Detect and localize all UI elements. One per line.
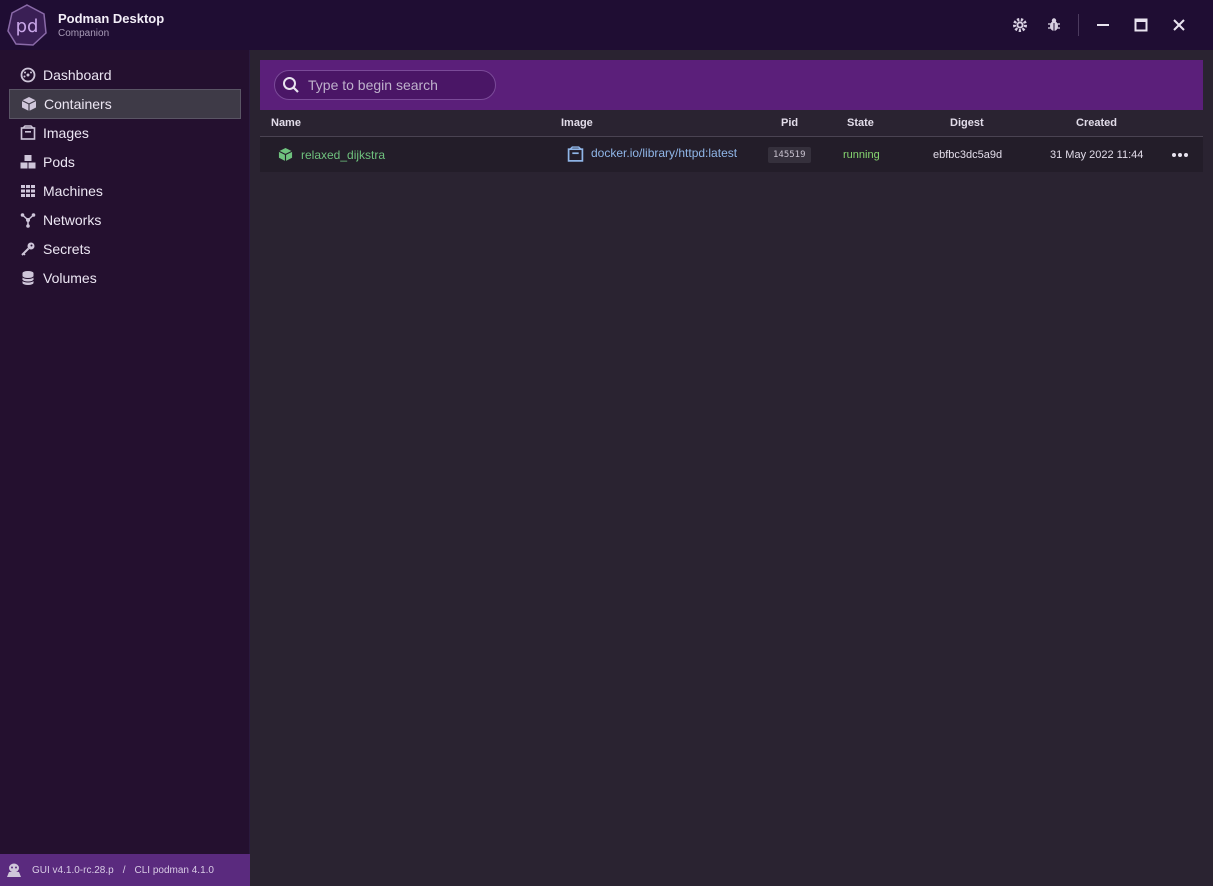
container-status-icon <box>278 137 293 172</box>
svg-text:pd: pd <box>16 16 39 37</box>
pid-badge: 145519 <box>768 146 811 163</box>
sidebar-item-label: Secrets <box>43 241 91 257</box>
podman-seal-icon <box>7 863 21 877</box>
titlebar-divider <box>1078 14 1079 36</box>
database-icon <box>19 269 37 287</box>
sidebar-item-label: Containers <box>44 96 112 112</box>
cubes-icon <box>19 153 37 171</box>
bug-icon[interactable] <box>1044 15 1064 35</box>
sidebar-item-secrets[interactable]: Secrets <box>9 234 241 264</box>
sidebar-item-label: Networks <box>43 212 102 228</box>
main-content: Name Image Pid State Digest Created rela… <box>250 50 1213 886</box>
version-separator: / <box>122 864 126 876</box>
created-cell: 31 May 2022 11:44 <box>1050 148 1144 161</box>
settings-gear-icon[interactable] <box>1010 15 1030 35</box>
image-box-icon <box>19 124 37 142</box>
pid-cell: 145519 <box>768 137 811 172</box>
podman-logo: pd <box>7 4 47 46</box>
sidebar-item-label: Pods <box>43 154 75 170</box>
sidebar: Dashboard Containers Images Pods Machine… <box>0 50 249 854</box>
sidebar-item-networks[interactable]: Networks <box>9 205 241 235</box>
sidebar-item-dashboard[interactable]: Dashboard <box>9 60 241 90</box>
sidebar-item-label: Volumes <box>43 270 97 286</box>
app-title: Podman Desktop <box>58 11 165 26</box>
gui-version: GUI v4.1.0-rc.28.p <box>32 864 114 876</box>
cube-icon <box>20 95 38 113</box>
ellipsis-icon[interactable] <box>1171 137 1189 172</box>
close-icon[interactable] <box>1169 15 1189 35</box>
sidebar-item-machines[interactable]: Machines <box>9 176 241 206</box>
app-subtitle: Companion <box>58 28 110 39</box>
minimize-icon[interactable] <box>1093 15 1113 35</box>
search-icon <box>283 77 299 93</box>
container-name[interactable]: relaxed_dijkstra <box>301 137 385 172</box>
sidebar-item-label: Images <box>43 125 89 141</box>
key-icon <box>19 240 37 258</box>
grid-icon <box>19 182 37 200</box>
maximize-icon[interactable] <box>1131 15 1151 35</box>
sidebar-item-images[interactable]: Images <box>9 118 241 148</box>
table-row[interactable]: relaxed_dijkstra docker.io/library/httpd… <box>260 137 1203 172</box>
dashboard-icon <box>19 66 37 84</box>
sidebar-item-pods[interactable]: Pods <box>9 147 241 177</box>
column-header-digest[interactable]: Digest <box>950 117 984 129</box>
sidebar-item-label: Dashboard <box>43 67 112 83</box>
digest-cell: ebfbc3dc5a9d <box>933 148 1003 161</box>
table-header: Name Image Pid State Digest Created <box>260 110 1203 137</box>
cli-version: CLI podman 4.1.0 <box>134 864 214 876</box>
column-header-image[interactable]: Image <box>561 117 593 129</box>
column-header-name[interactable]: Name <box>271 117 301 129</box>
column-header-pid[interactable]: Pid <box>781 117 798 129</box>
status-badge: running <box>843 148 880 161</box>
sidebar-item-containers[interactable]: Containers <box>9 89 241 119</box>
network-icon <box>19 211 37 229</box>
search-bar <box>260 60 1203 110</box>
title-bar: pd Podman Desktop Companion <box>0 0 1213 50</box>
column-header-created[interactable]: Created <box>1076 117 1117 129</box>
sidebar-item-volumes[interactable]: Volumes <box>9 263 241 293</box>
image-link[interactable]: docker.io/library/httpd:latest <box>591 135 737 170</box>
search-field[interactable] <box>274 70 496 100</box>
column-header-state[interactable]: State <box>847 117 874 129</box>
image-box-icon <box>567 137 584 172</box>
status-bar: GUI v4.1.0-rc.28.p / CLI podman 4.1.0 <box>0 854 250 886</box>
search-input[interactable] <box>306 76 490 94</box>
sidebar-item-label: Machines <box>43 183 103 199</box>
